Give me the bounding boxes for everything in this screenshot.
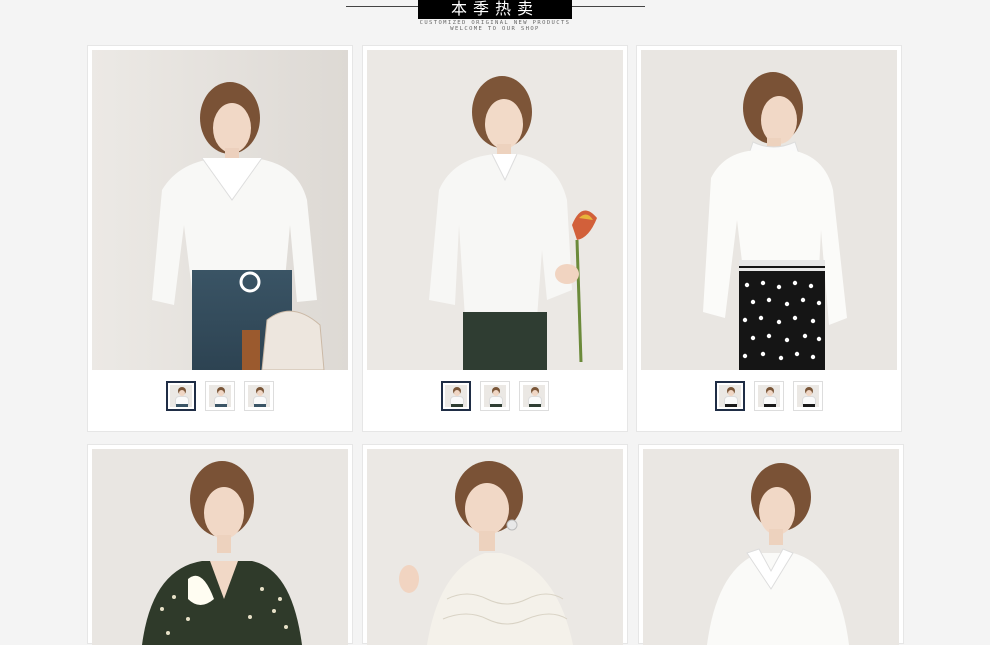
model-illustration [643,449,899,645]
thumbnail-2[interactable] [480,381,510,411]
header-divider-left [346,6,418,7]
product-card[interactable] [638,444,904,645]
thumbnail-strip [363,381,627,413]
product-photo[interactable] [641,50,897,370]
thumbnail-3[interactable] [244,381,274,411]
model-illustration [92,449,348,645]
thumbnail-2[interactable] [205,381,235,411]
section-subtitle-line2: WELCOME TO OUR SHOP [450,26,540,32]
model-illustration [641,50,897,370]
thumbnail-2[interactable] [754,381,784,411]
model-illustration [367,449,623,645]
product-photo[interactable] [367,50,623,370]
product-card[interactable] [636,45,902,432]
thumbnail-1[interactable] [715,381,745,411]
product-photo[interactable] [92,50,348,370]
product-photo[interactable] [643,449,899,645]
product-card[interactable] [87,45,353,432]
thumbnail-3[interactable] [793,381,823,411]
thumbnail-strip [88,381,352,413]
thumbnail-1[interactable] [166,381,196,411]
product-card[interactable] [362,45,628,432]
model-illustration [367,50,623,370]
product-card[interactable] [362,444,628,645]
thumbnail-3[interactable] [519,381,549,411]
thumbnail-strip [637,381,901,413]
section-title: 本季热卖 [418,0,572,19]
product-card[interactable] [87,444,353,645]
header-divider-right [572,6,645,7]
thumbnail-1[interactable] [441,381,471,411]
product-photo[interactable] [367,449,623,645]
model-illustration [92,50,348,370]
product-photo[interactable] [92,449,348,645]
section-header: 本季热卖 CUSTOMIZED ORIGINAL NEW PRODUCTS WE… [0,0,990,40]
